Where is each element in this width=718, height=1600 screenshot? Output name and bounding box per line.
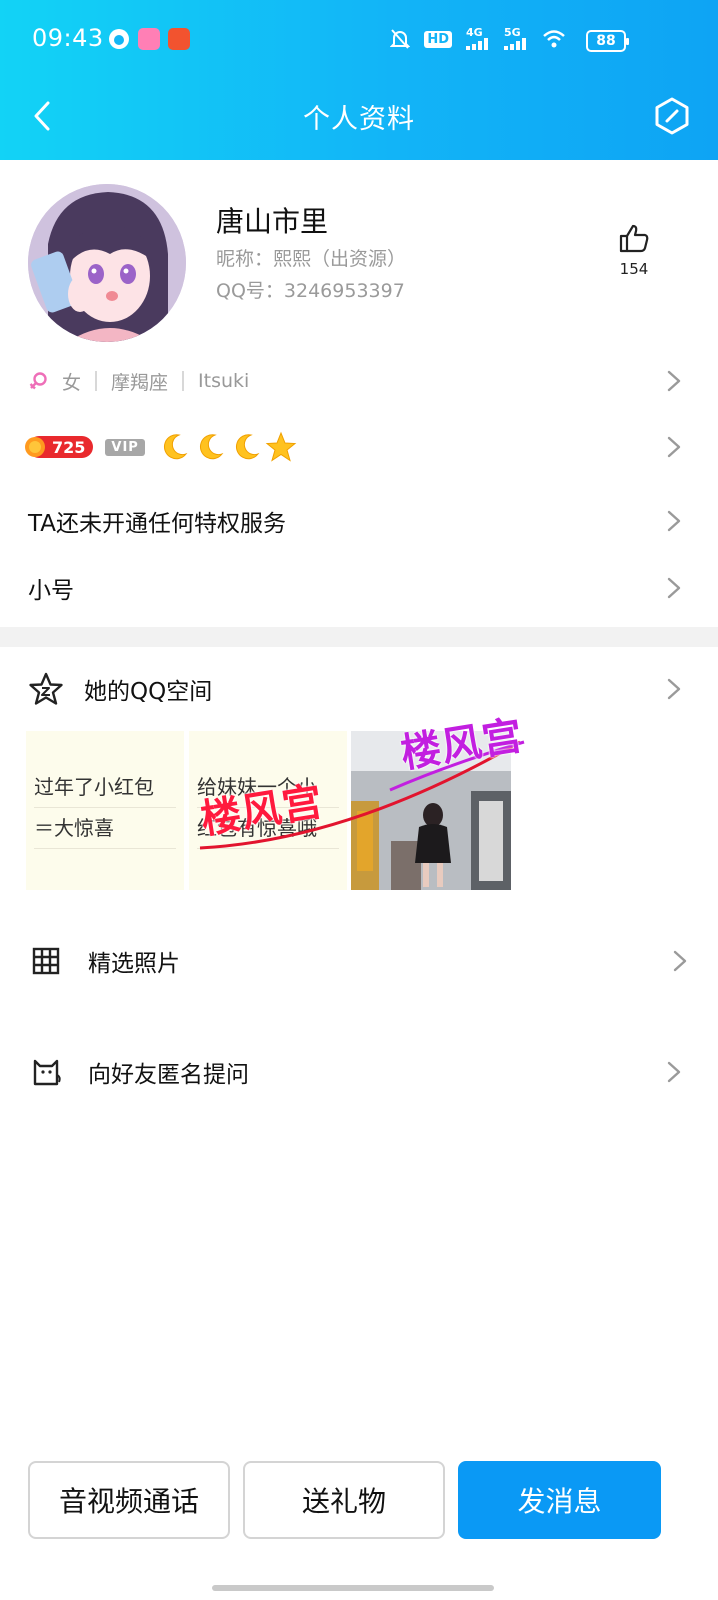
qzone-post-text: 过年了小红包 [34, 767, 176, 808]
moon-icon [199, 434, 224, 460]
anonymous-question-label: 向好友匿名提问 [88, 1062, 249, 1088]
moon-icon [163, 434, 188, 460]
status-notification-icons [108, 28, 190, 50]
qzone-post-card[interactable]: 过年了小红包 ＝大惊喜 [26, 731, 184, 890]
moon-icon [235, 434, 260, 460]
profile-qq-number: QQ号：3246953397 [216, 280, 405, 302]
avatar-image [28, 184, 186, 342]
chevron-right-icon [667, 436, 681, 458]
video-call-button[interactable]: 音视频通话 [28, 1461, 230, 1539]
hd-icon: HD [424, 30, 452, 48]
wifi-icon [543, 30, 565, 48]
settings-button[interactable] [652, 96, 692, 136]
featured-photos-row[interactable]: 精选照片 [0, 940, 718, 982]
chevron-right-icon [667, 577, 681, 599]
chevron-right-icon [667, 370, 681, 392]
level-value: 725 [52, 437, 86, 457]
hexagon-settings-icon [655, 97, 689, 135]
grid-icon [32, 947, 60, 975]
sun-icon [25, 437, 45, 457]
basic-info-row[interactable]: 女 摩羯座 Itsuki [0, 362, 718, 400]
featured-photos-label: 精选照片 [88, 951, 180, 977]
send-message-button[interactable]: 发消息 [458, 1461, 661, 1539]
status-time: 09:43 [32, 24, 104, 52]
cat-box-icon [33, 1059, 61, 1086]
privilege-row[interactable]: TA还未开通任何特权服务 [0, 500, 718, 542]
anonymous-question-row[interactable]: 向好友匿名提问 [0, 1051, 718, 1093]
avatar[interactable] [28, 184, 186, 342]
chevron-right-icon [673, 950, 687, 972]
extra-info-label: Itsuki [198, 370, 250, 392]
qzone-label: 她的QQ空间 [84, 679, 213, 705]
alt-account-row[interactable]: 小号 [0, 567, 718, 609]
profile-name: 唐山市里 [216, 205, 329, 238]
header-bar: 09:43 HD 4G 5G 88 个人资料 [0, 0, 718, 160]
bell-off-icon [390, 29, 411, 49]
profile-nickname: 昵称：熙熙（出资源） [216, 248, 407, 270]
app-notification-icon [138, 28, 160, 50]
divider [182, 371, 185, 391]
chevron-right-icon [667, 678, 681, 700]
zodiac-label: 摩羯座 [111, 371, 169, 394]
like-count: 154 [619, 260, 649, 278]
star-icon [265, 431, 297, 462]
alt-account-label: 小号 [28, 578, 74, 604]
battery-icon: 88 [586, 30, 629, 52]
chevron-right-icon [667, 1061, 681, 1083]
gender-label: 女 [62, 371, 82, 394]
level-badge: 725 [25, 436, 94, 458]
page-title: 个人资料 [303, 104, 415, 135]
app-notification-icon [109, 29, 129, 49]
qzone-post-text: ＝大惊喜 [34, 808, 176, 849]
qzone-row[interactable]: 她的QQ空间 [0, 668, 718, 710]
level-row[interactable]: 725 VIP [0, 426, 718, 468]
divider [95, 371, 98, 391]
signal-4g-icon: 4G [466, 27, 490, 50]
send-gift-button[interactable]: 送礼物 [243, 1461, 445, 1539]
chevron-right-icon [667, 510, 681, 532]
section-divider [0, 627, 718, 647]
female-icon [29, 372, 47, 390]
vip-badge: VIP [105, 438, 145, 456]
like-button[interactable]: 154 [606, 222, 662, 278]
thumbs-up-icon [619, 224, 649, 253]
signal-5g-icon: 5G [504, 27, 528, 50]
qzone-star-icon [29, 672, 63, 705]
privilege-label: TA还未开通任何特权服务 [28, 511, 286, 537]
app-notification-icon [168, 28, 190, 50]
home-indicator[interactable] [212, 1585, 494, 1591]
